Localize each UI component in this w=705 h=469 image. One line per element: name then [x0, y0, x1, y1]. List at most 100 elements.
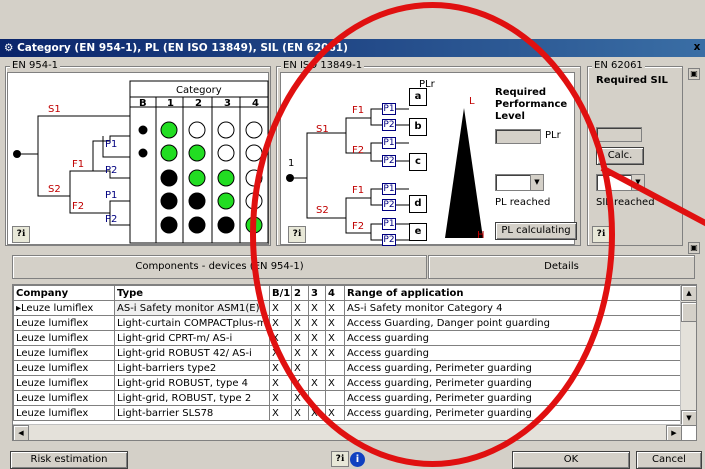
col-range[interactable]: Range of application — [344, 285, 683, 301]
cell-type[interactable]: Light-barrier SLS78 — [114, 405, 270, 421]
cell-b1[interactable]: X — [269, 300, 292, 316]
en954-help-icon[interactable]: ?ℹ — [12, 226, 30, 243]
cell-b1[interactable]: X — [269, 315, 292, 331]
cell-3[interactable]: X — [308, 345, 326, 361]
cell-2[interactable]: X — [291, 375, 309, 391]
cell-b1[interactable]: X — [269, 390, 292, 406]
col-4[interactable]: 4 — [325, 285, 345, 301]
cell-4[interactable] — [325, 390, 345, 406]
table-row[interactable]: Leuze lumiflex Light-barriers type2 X X Acce… — [13, 360, 683, 376]
cell-4[interactable]: X — [325, 330, 345, 346]
cell-3[interactable]: X — [308, 330, 326, 346]
cell-b1[interactable]: X — [269, 330, 292, 346]
col-b1[interactable]: B/1 — [269, 285, 292, 301]
col-company[interactable]: Company — [13, 285, 115, 301]
cell-range[interactable]: Access Guarding, Danger point guarding — [344, 315, 683, 331]
cell-range[interactable]: Access guarding, Perimeter guarding — [344, 390, 683, 406]
cancel-button[interactable]: Cancel — [636, 451, 702, 469]
cell-company[interactable]: Leuze lumiflex — [13, 375, 115, 391]
cell-type[interactable]: Light-grid ROBUST, type 4 — [114, 375, 270, 391]
cell-3[interactable]: X — [308, 315, 326, 331]
pl-reached-dropdown[interactable]: ▼ — [495, 174, 544, 191]
iso-help-icon[interactable]: ?ℹ — [288, 226, 306, 243]
cell-type[interactable]: Light-grid, ROBUST, type 2 — [114, 390, 270, 406]
cell-4[interactable]: X — [325, 345, 345, 361]
category-dot — [188, 192, 206, 210]
table-horizontal-scrollbar[interactable]: ◀ ▶ — [13, 424, 682, 440]
col-3[interactable]: 3 — [308, 285, 326, 301]
info-icon[interactable]: i — [350, 452, 365, 467]
cell-2[interactable]: X — [291, 330, 309, 346]
cell-company[interactable]: Leuze lumiflex — [13, 345, 115, 361]
cell-company[interactable]: Leuze lumiflex — [13, 390, 115, 406]
table-row[interactable]: Leuze lumiflex Light-grid CPRT-m/ AS-i X X X… — [13, 330, 683, 346]
risk-estimation-button[interactable]: Risk estimation — [10, 451, 128, 469]
sil-help-icon[interactable]: ?ℹ — [592, 226, 610, 243]
cell-range[interactable]: Access guarding — [344, 330, 683, 346]
table-row[interactable]: Leuze lumiflex Light-grid ROBUST 42/ AS-i… — [13, 345, 683, 361]
cell-3[interactable]: X — [308, 300, 326, 316]
cell-4[interactable] — [325, 360, 345, 376]
cell-2[interactable]: X — [291, 405, 309, 421]
table-row[interactable]: Leuze lumiflex Light-grid, ROBUST, type 2… — [13, 390, 683, 406]
scroll-up-icon[interactable]: ▲ — [681, 285, 696, 301]
ok-button[interactable]: OK — [512, 451, 630, 469]
cell-range[interactable]: Access guarding — [344, 345, 683, 361]
cell-4[interactable]: X — [325, 300, 345, 316]
tab-details[interactable]: Details — [428, 255, 695, 279]
cell-company[interactable]: Leuze lumiflex — [13, 330, 115, 346]
cell-range[interactable]: Access guarding, Perimeter guarding — [344, 405, 683, 421]
scroll-left-icon[interactable]: ◀ — [13, 425, 29, 440]
p2a-label: P2 — [105, 165, 118, 176]
cell-2[interactable]: X — [291, 300, 309, 316]
cell-4[interactable]: X — [325, 315, 345, 331]
cell-company[interactable]: ▸Leuze lumiflex — [13, 300, 115, 316]
cell-4[interactable]: X — [325, 405, 345, 421]
pin-icon[interactable]: ▣ — [688, 68, 700, 80]
s2-label: S2 — [48, 184, 61, 195]
cell-range[interactable]: AS-i Safety monitor Category 4 — [344, 300, 683, 316]
cell-2[interactable]: X — [291, 315, 309, 331]
table-row[interactable]: Leuze lumiflex Light-curtain COMPACTplus-… — [13, 315, 683, 331]
cell-4[interactable]: X — [325, 375, 345, 391]
cell-type[interactable]: Light-grid CPRT-m/ AS-i — [114, 330, 270, 346]
col-2[interactable]: 2 — [291, 285, 309, 301]
cell-company[interactable]: Leuze lumiflex — [13, 360, 115, 376]
iso-f1a-label: F1 — [352, 105, 365, 116]
scroll-down-icon[interactable]: ▼ — [681, 410, 696, 426]
cell-2[interactable]: X — [291, 345, 309, 361]
tab-components[interactable]: Components - devices (EN 954-1) — [12, 255, 427, 279]
cell-3[interactable]: X — [308, 375, 326, 391]
cell-b1[interactable]: X — [269, 405, 292, 421]
cell-b1[interactable]: X — [269, 375, 292, 391]
cell-2[interactable]: X — [291, 360, 309, 376]
table-row[interactable]: Leuze lumiflex Light-barrier SLS78 X X X X Acc… — [13, 405, 683, 421]
cell-b1[interactable]: X — [269, 360, 292, 376]
cell-type[interactable]: AS-i Safety monitor ASM1(E) — [114, 300, 270, 316]
cell-3[interactable]: X — [308, 405, 326, 421]
col-b: B — [139, 98, 147, 109]
table-row[interactable]: ▸Leuze lumiflex AS-i Safety monitor ASM1(… — [13, 300, 683, 316]
close-icon[interactable]: x — [691, 40, 703, 55]
cell-range[interactable]: Access guarding, Perimeter guarding — [344, 375, 683, 391]
pl-calculating-button[interactable]: PL calculating — [495, 222, 577, 240]
col-type[interactable]: Type — [114, 285, 270, 301]
table-row[interactable]: Leuze lumiflex Light-grid ROBUST, type 4X… — [13, 375, 683, 391]
bottom-help-icon[interactable]: ?ℹ — [331, 451, 349, 467]
cell-2[interactable]: X — [291, 390, 309, 406]
sil-reached-dropdown[interactable]: ▼ — [596, 174, 645, 191]
cell-range[interactable]: Access guarding, Perimeter guarding — [344, 360, 683, 376]
cell-type[interactable]: Light-grid ROBUST 42/ AS-i — [114, 345, 270, 361]
scroll-thumb[interactable] — [681, 302, 696, 322]
pin-icon-2[interactable]: ▣ — [688, 242, 700, 254]
table-vertical-scrollbar[interactable]: ▲ ▼ — [680, 285, 696, 426]
cell-b1[interactable]: X — [269, 345, 292, 361]
cell-3[interactable] — [308, 390, 326, 406]
cell-type[interactable]: Light-curtain COMPACTplus-m — [114, 315, 270, 331]
scroll-right-icon[interactable]: ▶ — [666, 425, 682, 440]
cell-company[interactable]: Leuze lumiflex — [13, 315, 115, 331]
cell-type[interactable]: Light-barriers type2 — [114, 360, 270, 376]
cell-company[interactable]: Leuze lumiflex — [13, 405, 115, 421]
calc-button[interactable]: Calc. — [596, 147, 644, 165]
cell-3[interactable] — [308, 360, 326, 376]
